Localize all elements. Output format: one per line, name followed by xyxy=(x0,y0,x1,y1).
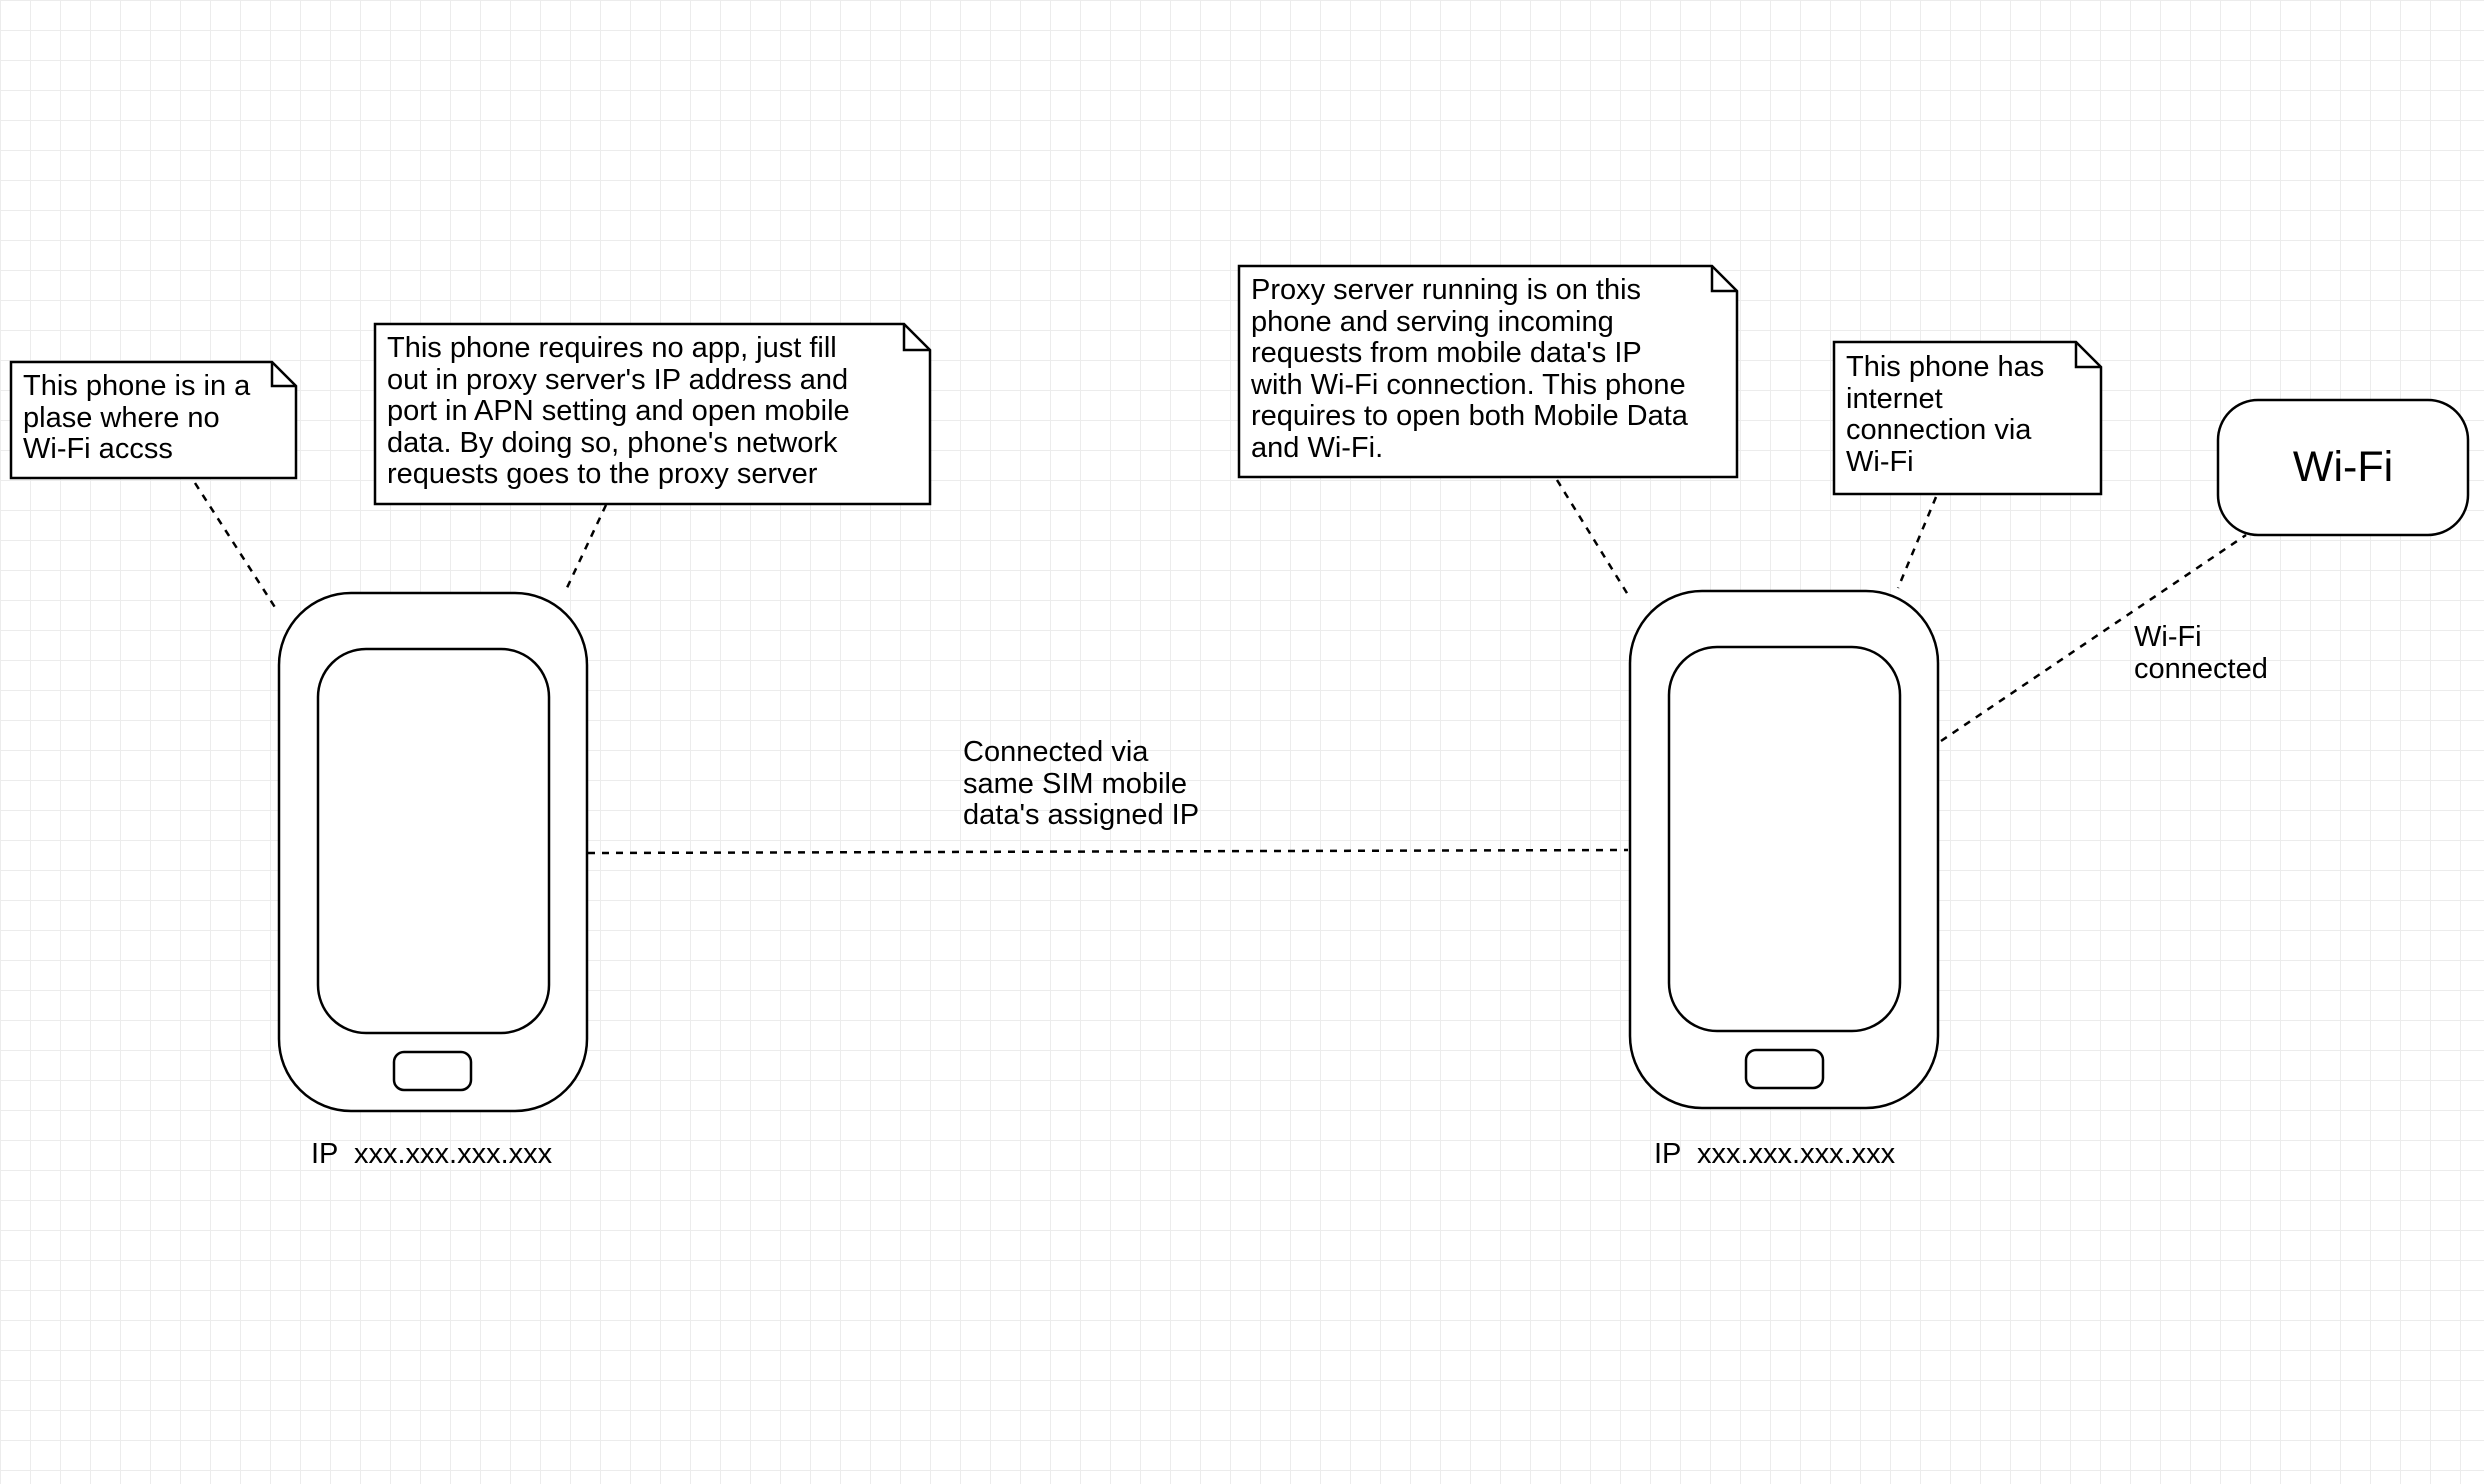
wifi-node-label: Wi-Fi xyxy=(2292,443,2394,491)
wifi-link-label: Wi-Fi connected xyxy=(2134,621,2268,685)
left-phone-ip-label: IP xxx.xxx.xxx.xxx xyxy=(311,1138,553,1170)
right-phone-screen xyxy=(1667,645,1902,1033)
note-left-phone-location-text: This phone is in a plase where no Wi-Fi … xyxy=(23,370,251,465)
connector-phones-link xyxy=(587,848,1629,855)
connector-proxy-note-to-right-phone xyxy=(1555,479,1632,599)
right-phone xyxy=(1628,589,1940,1110)
left-phone-home-button xyxy=(392,1050,473,1092)
right-phone-home-button xyxy=(1744,1048,1825,1090)
diagram-canvas xyxy=(9,264,2470,1113)
connector-internet-note-to-right-phone xyxy=(1896,496,1938,589)
right-phone-ip-label: IP xxx.xxx.xxx.xxx xyxy=(1654,1138,1896,1170)
note-proxy-server-text: Proxy server running is on this phone an… xyxy=(1251,274,1688,464)
left-phone xyxy=(277,591,589,1113)
phones-link-label: Connected via same SIM mobile data's ass… xyxy=(963,736,1200,831)
left-phone-screen xyxy=(316,647,551,1035)
connector-setup-note-to-left-phone xyxy=(563,504,608,593)
note-right-phone-internet-text: This phone has internet connection via W… xyxy=(1846,351,2045,478)
connector-left-note-to-left-phone xyxy=(193,482,280,613)
note-left-phone-setup-text: This phone requires no app, just fill ou… xyxy=(387,332,850,490)
